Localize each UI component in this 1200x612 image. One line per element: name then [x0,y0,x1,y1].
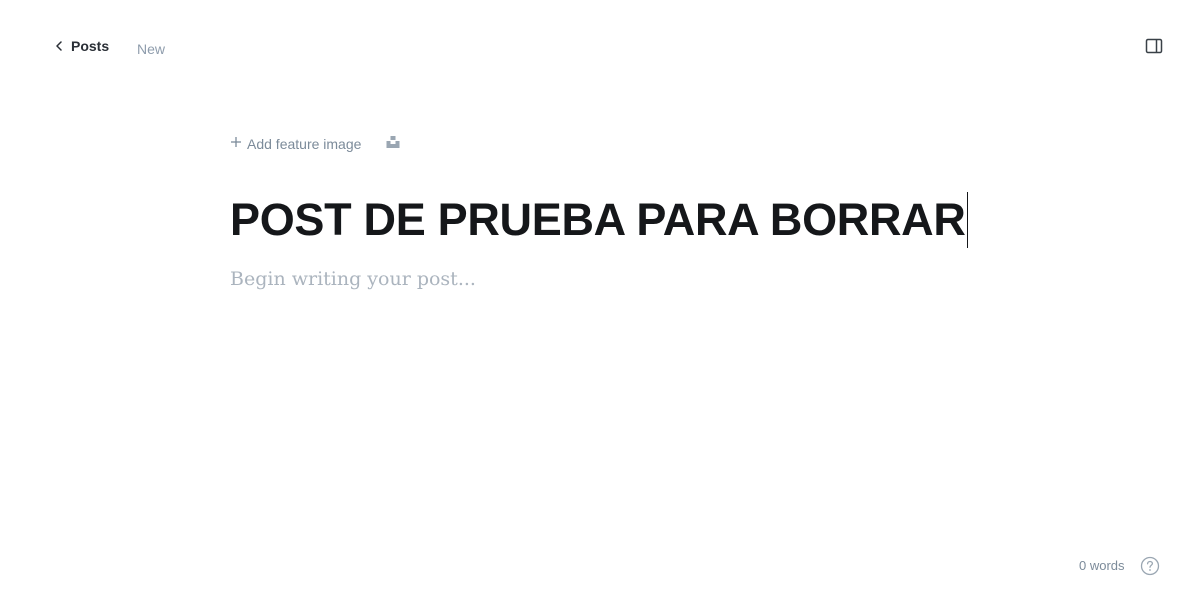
feature-image-row: Add feature image [230,130,990,158]
add-feature-image-label: Add feature image [247,136,362,152]
add-feature-image-button[interactable]: Add feature image [230,135,361,153]
editor-canvas: Add feature image POST DE PRUEBA PARA BO… [230,130,990,290]
post-title-input[interactable]: POST DE PRUEBA PARA BORRAR [230,192,968,248]
back-to-posts-link[interactable]: Posts [55,38,109,54]
chevron-left-icon [55,41,63,51]
word-count: 0 words [1079,558,1125,573]
editor-header: Posts New [0,0,1200,96]
unsplash-button[interactable] [383,134,403,154]
settings-sidebar-toggle[interactable] [1143,38,1165,58]
plus-icon [230,135,242,153]
text-cursor [966,192,968,248]
post-editor-page: Posts New Add feature image POST DE PRUE… [0,0,1200,612]
help-button[interactable] [1140,556,1160,576]
unsplash-icon [386,135,400,154]
post-title-text: POST DE PRUEBA PARA BORRAR [230,194,966,245]
post-status: New [137,41,166,57]
back-link-label: Posts [71,38,110,54]
post-body-editor[interactable]: Begin writing your post... [230,268,990,290]
question-circle-icon [1140,556,1160,580]
sidebar-panel-icon [1145,38,1163,59]
